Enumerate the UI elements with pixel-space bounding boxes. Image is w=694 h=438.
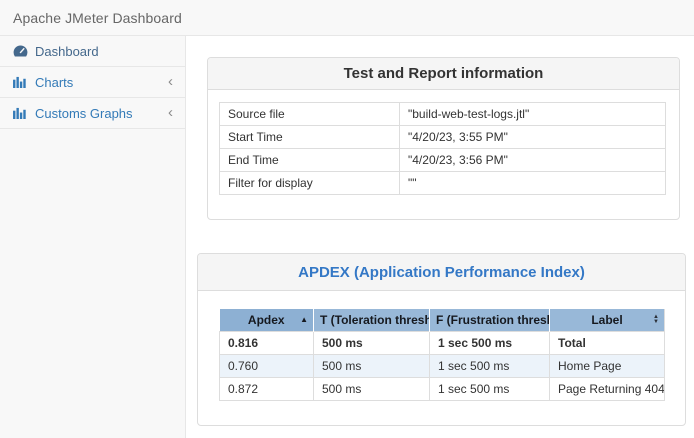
table-row: Source file "build-web-test-logs.jtl"	[220, 103, 666, 126]
test-report-info-table: Source file "build-web-test-logs.jtl" St…	[219, 102, 666, 195]
column-header-toleration-threshold[interactable]: T (Toleration threshold) ▲▼	[314, 309, 430, 331]
sidebar-item-label: Dashboard	[35, 44, 173, 59]
column-label: Label	[591, 313, 622, 327]
cell-label: Total	[550, 331, 665, 354]
info-label: Source file	[220, 103, 400, 126]
cell-apdex: 0.816	[220, 331, 314, 354]
cell-apdex: 0.872	[220, 377, 314, 400]
column-header-apdex[interactable]: Apdex ▲	[220, 309, 314, 331]
panel-title: APDEX (Application Performance Index)	[298, 264, 585, 281]
cell-apdex: 0.760	[220, 354, 314, 377]
chevron-left-icon: ‹	[168, 74, 173, 91]
sort-icon: ▲▼	[653, 315, 659, 325]
column-label: T (Toleration threshold)	[320, 313, 430, 327]
top-navbar: Apache JMeter Dashboard	[0, 0, 694, 36]
table-header-row: Apdex ▲ T (Toleration threshold) ▲▼ F (F…	[220, 309, 665, 331]
bar-chart-icon	[13, 107, 28, 119]
gauge-icon	[13, 45, 28, 57]
cell-toleration: 500 ms	[314, 354, 430, 377]
info-value: "build-web-test-logs.jtl"	[400, 103, 666, 126]
cell-label: Page Returning 404	[550, 377, 665, 400]
info-label: Start Time	[220, 126, 400, 149]
panel-title: Test and Report information	[344, 65, 544, 82]
sidebar-item-customs-graphs[interactable]: Customs Graphs ‹	[0, 98, 185, 129]
apdex-panel: APDEX (Application Performance Index) Ap…	[197, 253, 686, 426]
sidebar-item-label: Customs Graphs	[35, 106, 168, 121]
cell-frustration: 1 sec 500 ms	[430, 354, 550, 377]
cell-frustration: 1 sec 500 ms	[430, 331, 550, 354]
info-value: "4/20/23, 3:56 PM"	[400, 149, 666, 172]
info-label: Filter for display	[220, 172, 400, 195]
panel-body: Source file "build-web-test-logs.jtl" St…	[208, 90, 679, 219]
column-header-label[interactable]: Label ▲▼	[550, 309, 665, 331]
table-row: 0.872 500 ms 1 sec 500 ms Page Returning…	[220, 377, 665, 400]
cell-frustration: 1 sec 500 ms	[430, 377, 550, 400]
panel-body: Apdex ▲ T (Toleration threshold) ▲▼ F (F…	[198, 291, 685, 425]
info-value: ""	[400, 172, 666, 195]
chevron-left-icon: ‹	[168, 105, 173, 122]
apdex-table: Apdex ▲ T (Toleration threshold) ▲▼ F (F…	[219, 309, 665, 401]
sidebar: Dashboard Charts ‹ Customs Graphs ‹	[0, 36, 186, 438]
app-title[interactable]: Apache JMeter Dashboard	[13, 10, 182, 26]
column-label: Apdex	[248, 313, 285, 327]
sort-ascending-icon: ▲	[300, 316, 308, 324]
sidebar-item-charts[interactable]: Charts ‹	[0, 67, 185, 98]
table-row-total: 0.816 500 ms 1 sec 500 ms Total	[220, 331, 665, 354]
table-row: Start Time "4/20/23, 3:55 PM"	[220, 126, 666, 149]
info-label: End Time	[220, 149, 400, 172]
panel-heading: Test and Report information	[208, 58, 679, 90]
column-header-frustration-threshold[interactable]: F (Frustration threshold) ▲▼	[430, 309, 550, 331]
table-row: 0.760 500 ms 1 sec 500 ms Home Page	[220, 354, 665, 377]
cell-toleration: 500 ms	[314, 377, 430, 400]
sidebar-item-label: Charts	[35, 75, 168, 90]
table-row: Filter for display ""	[220, 172, 666, 195]
info-value: "4/20/23, 3:55 PM"	[400, 126, 666, 149]
table-row: End Time "4/20/23, 3:56 PM"	[220, 149, 666, 172]
sidebar-item-dashboard[interactable]: Dashboard	[0, 36, 185, 67]
cell-label: Home Page	[550, 354, 665, 377]
panel-heading: APDEX (Application Performance Index)	[198, 254, 685, 291]
cell-toleration: 500 ms	[314, 331, 430, 354]
column-label: F (Frustration threshold)	[436, 313, 550, 327]
bar-chart-icon	[13, 76, 28, 88]
test-report-info-panel: Test and Report information Source file …	[207, 57, 680, 220]
